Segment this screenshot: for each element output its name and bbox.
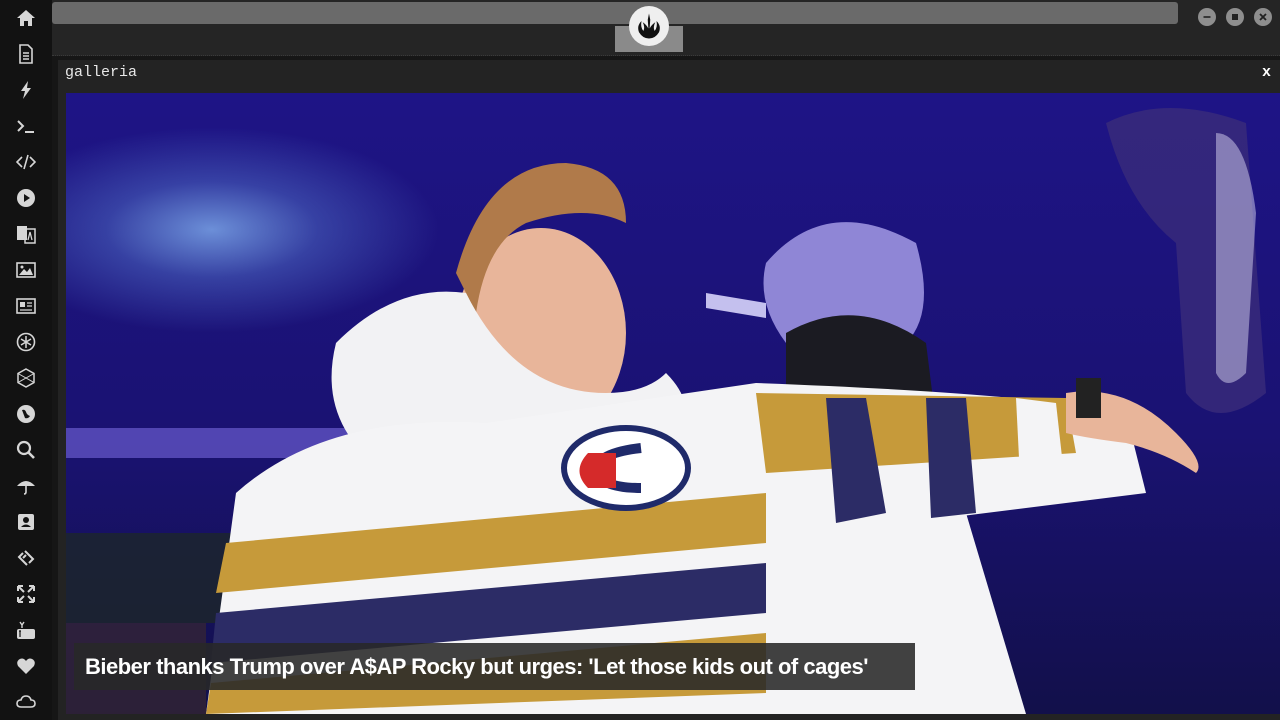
contact-card-icon[interactable] (14, 510, 38, 534)
rebel-icon[interactable] (14, 330, 38, 354)
code-icon[interactable] (14, 150, 38, 174)
image-icon[interactable] (14, 258, 38, 282)
sidebar (0, 0, 52, 720)
window-close-button[interactable]: x (1262, 64, 1271, 81)
rebel-alliance-icon[interactable] (629, 6, 669, 46)
gallery-photo[interactable]: Bieber thanks Trump over A$AP Rocky but … (66, 93, 1280, 714)
heart-icon[interactable] (14, 654, 38, 678)
close-icon[interactable] (1254, 8, 1272, 26)
newspaper-icon[interactable] (14, 294, 38, 318)
window-title: galleria (65, 64, 138, 81)
photo-caption: Bieber thanks Trump over A$AP Rocky but … (74, 643, 915, 690)
umbrella-icon[interactable] (14, 474, 38, 498)
home-icon[interactable] (14, 6, 38, 30)
translate-icon[interactable] (14, 222, 38, 246)
link-icon[interactable] (14, 546, 38, 570)
cloud-icon[interactable] (14, 690, 38, 714)
document-icon[interactable] (14, 42, 38, 66)
play-icon[interactable] (14, 186, 38, 210)
hexagon-icon[interactable] (14, 366, 38, 390)
title-bar (52, 0, 1280, 56)
address-bar[interactable] (52, 2, 1178, 24)
photo-illustration (66, 108, 1266, 714)
terminal-icon[interactable] (14, 114, 38, 138)
globe-icon[interactable] (14, 402, 38, 426)
maximize-icon[interactable] (1226, 8, 1244, 26)
lightning-icon[interactable] (14, 78, 38, 102)
search-icon[interactable] (14, 438, 38, 462)
galleria-window: galleria x Bieber thanks Trump over A$AP… (58, 60, 1280, 720)
caption-text: Bieber thanks Trump over A$AP Rocky but … (85, 654, 868, 679)
expand-icon[interactable] (14, 582, 38, 606)
minimize-icon[interactable] (1198, 8, 1216, 26)
youtube-icon[interactable] (14, 618, 38, 642)
